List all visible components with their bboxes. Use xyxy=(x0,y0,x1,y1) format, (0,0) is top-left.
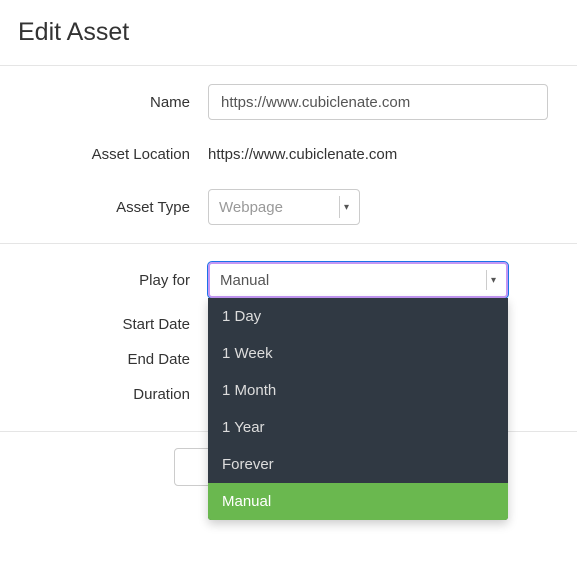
caret-down-icon: ▾ xyxy=(339,196,349,218)
label-asset-type: Asset Type xyxy=(18,199,208,216)
form: Name Asset Location https://www.cubiclen… xyxy=(18,66,559,431)
row-name: Name xyxy=(18,84,559,120)
play-for-dropdown: 1 Day1 Week1 Month1 YearForeverManual xyxy=(208,298,508,520)
label-start-date: Start Date xyxy=(18,316,208,333)
row-location: Asset Location https://www.cubiclenate.c… xyxy=(18,138,559,171)
row-asset-type: Asset Type Webpage ▾ xyxy=(18,189,559,225)
asset-type-value: Webpage xyxy=(219,199,283,216)
play-for-select[interactable]: Manual ▾ xyxy=(208,262,508,298)
dropdown-option[interactable]: 1 Week xyxy=(208,335,508,372)
label-location: Asset Location xyxy=(18,146,208,163)
dropdown-option[interactable]: Manual xyxy=(208,483,508,520)
caret-down-icon: ▾ xyxy=(486,270,496,290)
name-input[interactable] xyxy=(208,84,548,120)
row-play-for: Play for Manual ▾ 1 Day1 Week1 Month1 Ye… xyxy=(18,262,559,298)
dropdown-option[interactable]: 1 Month xyxy=(208,372,508,409)
dropdown-option[interactable]: 1 Day xyxy=(208,298,508,335)
label-end-date: End Date xyxy=(18,351,208,368)
dropdown-option[interactable]: 1 Year xyxy=(208,409,508,446)
location-value: https://www.cubiclenate.com xyxy=(208,138,559,171)
label-name: Name xyxy=(18,94,208,111)
divider xyxy=(0,243,577,244)
label-play-for: Play for xyxy=(18,272,208,289)
asset-type-select[interactable]: Webpage ▾ xyxy=(208,189,360,225)
play-for-value: Manual xyxy=(220,272,269,289)
label-duration: Duration xyxy=(18,386,208,403)
edit-asset-modal: Edit Asset Name Asset Location https://w… xyxy=(0,0,577,502)
modal-title: Edit Asset xyxy=(18,18,559,47)
dropdown-option[interactable]: Forever xyxy=(208,446,508,483)
